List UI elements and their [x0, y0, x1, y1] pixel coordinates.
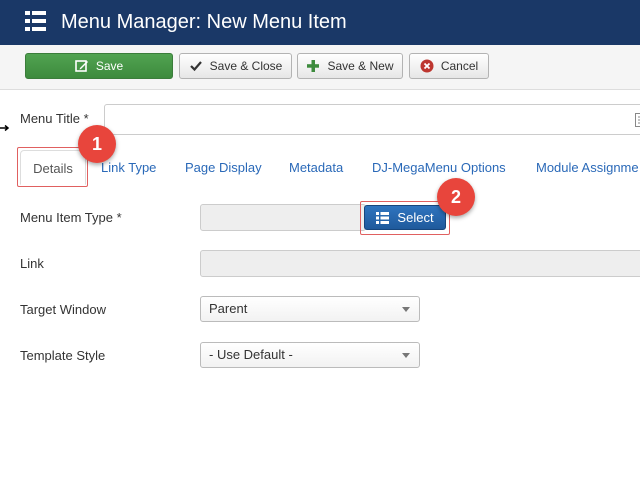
edit-icon [75, 60, 88, 72]
target-window-label: Target Window [20, 302, 106, 317]
menu-title-input[interactable] [104, 104, 640, 135]
target-window-value: Parent [209, 301, 248, 316]
caret-down-icon [402, 307, 410, 312]
cancel-icon [420, 59, 434, 73]
highlight-box-details [17, 147, 88, 187]
tab-dj-megamenu-options[interactable]: DJ-MegaMenu Options [372, 150, 506, 185]
plus-icon [307, 60, 320, 72]
link-field [200, 250, 640, 277]
tab-metadata[interactable]: Metadata [289, 150, 343, 185]
link-label: Link [20, 256, 44, 271]
save-new-label: Save & New [327, 59, 394, 73]
cancel-button[interactable]: Cancel [409, 53, 489, 79]
page-title: Menu Manager: New Menu Item [61, 11, 347, 33]
cancel-label: Cancel [440, 59, 479, 73]
page-header: Menu Manager: New Menu Item [0, 0, 640, 45]
step-badge-2: 2 [437, 178, 475, 216]
highlight-box-select [360, 201, 450, 235]
save-new-button[interactable]: Save & New [297, 53, 403, 79]
step-badge-1: 1 [78, 125, 116, 163]
list-icon [25, 11, 46, 31]
cursor-arrow-icon [0, 124, 10, 132]
template-style-label: Template Style [20, 348, 106, 363]
menu-item-type-field [200, 204, 366, 231]
save-label: Save [95, 59, 124, 73]
target-window-select[interactable]: Parent [200, 296, 420, 322]
tab-page-display[interactable]: Page Display [185, 150, 262, 185]
template-style-select[interactable]: - Use Default - [200, 342, 420, 368]
save-close-button[interactable]: Save & Close [179, 53, 292, 79]
toolbar: Save Save & Close Save & New Cancel [0, 45, 640, 90]
document-icon [635, 113, 640, 127]
menu-title-label: Menu Title * [20, 111, 89, 126]
menu-item-type-label: Menu Item Type * [20, 210, 122, 225]
caret-down-icon [402, 353, 410, 358]
check-icon [189, 61, 202, 72]
save-button[interactable]: Save [25, 53, 173, 79]
tab-module-assignment[interactable]: Module Assignme [536, 150, 639, 185]
template-style-value: - Use Default - [209, 347, 293, 362]
save-close-label: Save & Close [209, 59, 283, 73]
